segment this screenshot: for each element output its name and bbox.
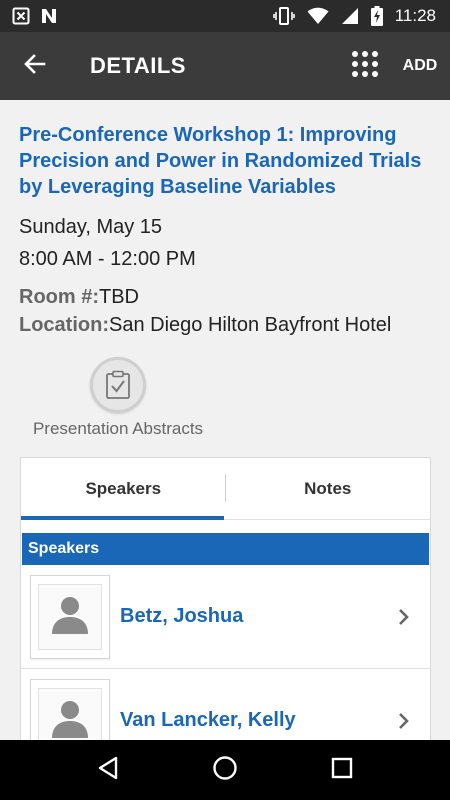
system-nav-bar [0, 740, 450, 800]
speaker-row[interactable]: Van Lancker, Kelly [21, 669, 430, 740]
n-logo-icon [40, 7, 58, 25]
grid-dots-icon [351, 50, 379, 83]
clipboard-check-icon [90, 357, 146, 413]
nav-back-button[interactable] [78, 740, 138, 800]
session-title: Pre-Conference Workshop 1: Improving Pre… [19, 124, 422, 198]
room-label: Room #: [19, 286, 99, 308]
location-label: Location: [19, 314, 109, 336]
battery-charging-icon [370, 6, 383, 26]
back-button[interactable] [0, 32, 70, 100]
speaker-name: Van Lancker, Kelly [120, 709, 296, 731]
room-value: TBD [99, 286, 139, 308]
add-button[interactable]: ADD [390, 32, 450, 100]
menu-grid-button[interactable] [340, 32, 390, 100]
status-time: 11:28 [394, 6, 436, 25]
vibrate-icon [272, 6, 295, 26]
tab-speakers[interactable]: Speakers [21, 458, 226, 520]
session-date: Sunday, May 15 [19, 216, 163, 238]
abstracts-label: Presentation Abstracts [32, 419, 204, 438]
status-bar: 11:28 [0, 0, 450, 32]
close-box-icon [12, 7, 30, 25]
wifi-icon [307, 7, 329, 25]
speakers-notes-panel: Speakers Notes Speakers Betz, Joshua Van… [20, 457, 431, 740]
location-info: Location:San Diego Hilton Bayfront Hotel [19, 311, 431, 339]
session-time: 8:00 AM - 12:00 PM [19, 248, 196, 270]
signal-icon [341, 7, 359, 25]
chevron-right-icon [398, 608, 410, 626]
app-bar: DETAILS ADD [0, 32, 450, 100]
back-triangle-icon [97, 756, 119, 785]
nav-recents-button[interactable] [312, 740, 372, 800]
speakers-section-header: Speakers [22, 533, 429, 565]
speaker-row[interactable]: Betz, Joshua [21, 565, 430, 669]
session-details: Pre-Conference Workshop 1: Improving Pre… [0, 100, 450, 740]
avatar [30, 574, 110, 659]
presentation-abstracts-button[interactable]: Presentation Abstracts [18, 357, 218, 439]
chevron-right-icon [398, 712, 410, 730]
speaker-name: Betz, Joshua [120, 605, 244, 627]
recents-square-icon [331, 757, 353, 784]
location-value: San Diego Hilton Bayfront Hotel [109, 314, 392, 336]
arrow-left-icon [23, 52, 47, 81]
tab-bar: Speakers Notes [21, 458, 430, 520]
person-placeholder-icon [48, 696, 92, 740]
nav-home-button[interactable] [195, 740, 255, 800]
person-placeholder-icon [48, 592, 92, 641]
home-circle-icon [212, 755, 238, 786]
page-title: DETAILS [90, 53, 186, 78]
tab-notes[interactable]: Notes [226, 458, 431, 519]
room-info: Room #:TBD [19, 283, 431, 311]
avatar [30, 678, 110, 740]
